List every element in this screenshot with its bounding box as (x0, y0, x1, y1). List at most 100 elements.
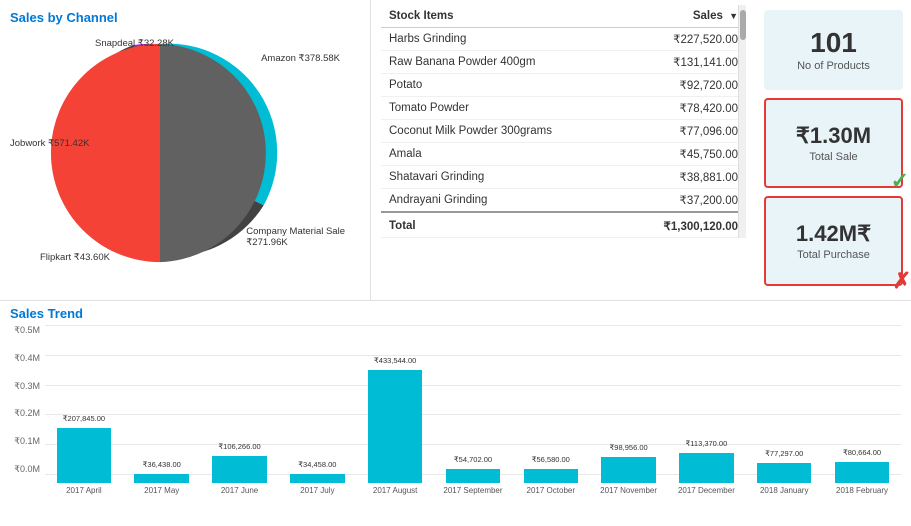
bar-month-label: 2017 August (373, 486, 417, 495)
bar: ₹433,544.00 (368, 370, 422, 483)
bar-group: ₹36,438.00 2017 May (123, 345, 201, 495)
table-section: Stock Items Sales ▼ Harbs Grinding₹227,5… (370, 0, 756, 300)
bar-month-label: 2017 May (144, 486, 179, 495)
bar: ₹54,702.00 (446, 469, 500, 483)
y-axis: ₹0.5M ₹0.4M ₹0.3M ₹0.2M ₹0.1M ₹0.0M (10, 325, 44, 475)
bar-month-label: 2017 November (600, 486, 657, 495)
jobwork-legend: Jobwork ₹571.42K (10, 138, 89, 149)
table-row: Raw Banana Powder 400gm₹131,141.00 (381, 51, 746, 74)
stock-item-sales: ₹45,750.00 (623, 143, 746, 166)
amazon-legend: Amazon ₹378.58K (261, 53, 340, 64)
bar-month-label: 2018 February (836, 486, 888, 495)
bar-month-label: 2017 December (678, 486, 735, 495)
bar: ₹56,580.00 (524, 469, 578, 483)
stock-item-sales: ₹92,720.00 (623, 74, 746, 97)
bar-group: ₹113,370.00 2017 December (668, 345, 746, 495)
stock-item-sales: ₹227,520.00 (623, 28, 746, 51)
bar-month-label: 2017 July (300, 486, 334, 495)
pie-section: Sales by Channel (0, 0, 370, 300)
top-row: Sales by Channel (0, 0, 911, 300)
table-row: Amala₹45,750.00 (381, 143, 746, 166)
bar: ₹36,438.00 (134, 474, 188, 483)
table-row: Harbs Grinding₹227,520.00 (381, 28, 746, 51)
bar: ₹77,297.00 (757, 463, 811, 483)
scrollbar-thumb (740, 10, 746, 40)
stock-item-name: Coconut Milk Powder 300grams (381, 120, 623, 143)
stock-item-sales: ₹37,200.00 (623, 189, 746, 213)
stock-item-sales: ₹38,881.00 (623, 166, 746, 189)
flipkart-slice (51, 44, 160, 262)
bar-value-label: ₹80,664.00 (843, 448, 881, 457)
bar-value-label: ₹34,458.00 (298, 460, 336, 469)
stock-item-sales: ₹78,420.00 (623, 97, 746, 120)
total-value: ₹1,300,120.00 (623, 212, 746, 238)
table-row: Tomato Powder₹78,420.00 (381, 97, 746, 120)
kpi-section: 101 No of Products ₹1.30M Total Sale ✓ 1… (756, 0, 911, 300)
no-products-label: No of Products (797, 60, 870, 72)
bar-group: ₹56,580.00 2017 October (512, 345, 590, 495)
stock-table: Stock Items Sales ▼ Harbs Grinding₹227,5… (381, 5, 746, 238)
bar-chart: ₹0.5M ₹0.4M ₹0.3M ₹0.2M ₹0.1M ₹0.0M ₹207… (10, 325, 901, 495)
pie-container: Amazon ₹378.58K Jobwork ₹571.42K Snapdea… (10, 33, 350, 283)
table-row: Andrayani Grinding₹37,200.00 (381, 189, 746, 213)
sales-by-channel-title: Sales by Channel (10, 10, 365, 25)
pie-chart (40, 33, 280, 273)
sales-header: Sales ▼ (623, 5, 746, 28)
bar-value-label: ₹36,438.00 (143, 460, 181, 469)
bar-month-label: 2017 September (443, 486, 502, 495)
table-row: Shatavari Grinding₹38,881.00 (381, 166, 746, 189)
stock-item-name: Amala (381, 143, 623, 166)
total-purchase-value: 1.42M₹ (796, 221, 871, 247)
total-purchase-card: 1.42M₹ Total Purchase ✗ (764, 196, 903, 286)
stock-item-name: Andrayani Grinding (381, 189, 623, 213)
bar-month-label: 2017 October (527, 486, 575, 495)
dashboard: Sales by Channel (0, 0, 911, 526)
bar-value-label: ₹433,544.00 (374, 356, 416, 365)
bar-value-label: ₹77,297.00 (765, 449, 803, 458)
check-icon: ✓ (891, 168, 909, 194)
bar-group: ₹77,297.00 2018 January (745, 345, 823, 495)
bar-group: ₹106,266.00 2017 June (201, 345, 279, 495)
table-wrapper: Stock Items Sales ▼ Harbs Grinding₹227,5… (381, 5, 746, 238)
x-icon: ✗ (893, 268, 911, 294)
table-row: Potato₹92,720.00 (381, 74, 746, 97)
stock-item-name: Raw Banana Powder 400gm (381, 51, 623, 74)
bar-value-label: ₹98,956.00 (610, 443, 648, 452)
bar: ₹80,664.00 (835, 462, 889, 483)
table-row: Coconut Milk Powder 300grams₹77,096.00 (381, 120, 746, 143)
sales-trend-title: Sales Trend (10, 306, 901, 321)
bar: ₹207,845.00 (57, 428, 111, 483)
bar: ₹34,458.00 (290, 474, 344, 483)
bar-group: ₹80,664.00 2018 February (823, 345, 901, 495)
bar: ₹113,370.00 (679, 453, 733, 483)
no-products-card: 101 No of Products (764, 10, 903, 90)
total-sale-label: Total Sale (809, 151, 857, 163)
bar: ₹98,956.00 (601, 457, 655, 483)
bar-group: ₹98,956.00 2017 November (590, 345, 668, 495)
stock-items-header: Stock Items (381, 5, 623, 28)
sales-trend-section: Sales Trend ₹0.5M ₹0.4M ₹0.3M ₹0.2M ₹0.1… (0, 300, 911, 526)
total-sale-card: ₹1.30M Total Sale ✓ (764, 98, 903, 188)
bar-month-label: 2017 April (66, 486, 102, 495)
snapdeal-legend: Snapdeal ₹32.28K (95, 38, 174, 49)
flipkart-legend: Flipkart ₹43.60K (40, 252, 110, 263)
bar-group: ₹433,544.00 2017 August (356, 345, 434, 495)
stock-item-name: Harbs Grinding (381, 28, 623, 51)
stock-item-sales: ₹77,096.00 (623, 120, 746, 143)
bar-group: ₹34,458.00 2017 July (278, 345, 356, 495)
stock-item-name: Shatavari Grinding (381, 166, 623, 189)
bar-month-label: 2018 January (760, 486, 808, 495)
bar-value-label: ₹113,370.00 (686, 439, 728, 448)
bar-value-label: ₹54,702.00 (454, 455, 492, 464)
stock-item-sales: ₹131,141.00 (623, 51, 746, 74)
stock-item-name: Potato (381, 74, 623, 97)
bar: ₹106,266.00 (212, 456, 266, 483)
bar-value-label: ₹56,580.00 (532, 455, 570, 464)
total-purchase-label: Total Purchase (797, 249, 870, 261)
company-legend: Company Material Sale₹271.96K (246, 226, 345, 248)
total-label: Total (381, 212, 623, 238)
no-products-number: 101 (810, 28, 857, 59)
bar-value-label: ₹106,266.00 (218, 442, 260, 451)
scrollbar[interactable] (738, 5, 746, 238)
sort-icon: ▼ (729, 11, 738, 21)
